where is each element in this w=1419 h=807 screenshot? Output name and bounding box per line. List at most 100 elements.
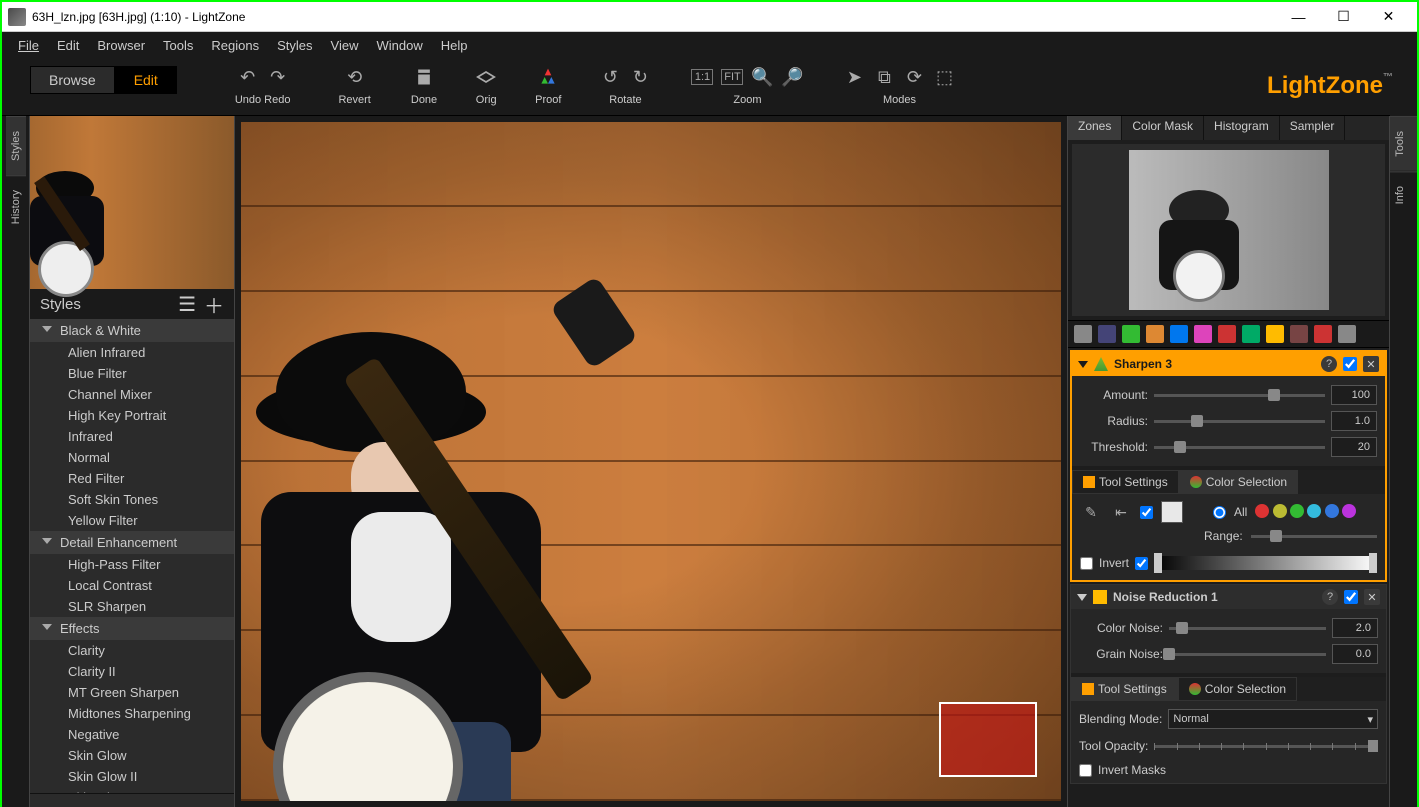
style-item[interactable]: Midtones Sharpening	[30, 703, 234, 724]
orig-icon[interactable]	[475, 66, 497, 88]
hue-dot[interactable]	[1290, 504, 1304, 518]
color-swatch[interactable]	[1161, 501, 1183, 523]
invert-checkbox[interactable]	[1080, 557, 1093, 570]
blend-mode-select[interactable]: Normal▾	[1168, 709, 1378, 729]
lum-handle-left[interactable]	[1154, 553, 1162, 573]
param-slider[interactable]	[1154, 439, 1325, 455]
style-item[interactable]: Yellow Filter	[30, 510, 234, 531]
style-item[interactable]: Soft Skin Tones	[30, 489, 234, 510]
tool-shortcut-icon[interactable]	[1122, 325, 1140, 343]
help-icon[interactable]: ?	[1321, 356, 1337, 372]
tool-header-sharpen[interactable]: Sharpen 3 ? ✕	[1072, 352, 1385, 376]
rotate-right-icon[interactable]: ↻	[629, 66, 651, 88]
param-slider[interactable]	[1169, 646, 1326, 662]
style-item[interactable]: Red Filter	[30, 468, 234, 489]
tool-shortcut-icon[interactable]	[1170, 325, 1188, 343]
lum-handle-right[interactable]	[1369, 553, 1377, 573]
tool-close-icon[interactable]: ✕	[1363, 356, 1379, 372]
tab-histogram[interactable]: Histogram	[1204, 116, 1280, 140]
zoom-fit-button[interactable]: FIT	[721, 69, 743, 85]
undo-icon[interactable]: ↶	[237, 66, 259, 88]
hue-dot[interactable]	[1325, 504, 1339, 518]
style-item[interactable]: SLR Sharpen	[30, 596, 234, 617]
zoom-1-1-button[interactable]: 1:1	[691, 69, 713, 85]
styles-list[interactable]: Black & WhiteAlien InfraredBlue FilterCh…	[30, 319, 234, 793]
minimize-button[interactable]: —	[1276, 2, 1321, 32]
hue-dot[interactable]	[1273, 504, 1287, 518]
tool-shortcut-icon[interactable]	[1218, 325, 1236, 343]
help-icon[interactable]: ?	[1322, 589, 1338, 605]
menu-window[interactable]: Window	[368, 35, 430, 56]
param-value[interactable]: 1.0	[1331, 411, 1377, 431]
vtab-tools[interactable]: Tools	[1390, 116, 1417, 171]
style-item[interactable]: Clarity	[30, 640, 234, 661]
mode-rotate-icon[interactable]: ⟳	[903, 66, 925, 88]
styles-list-mode-icon[interactable]: ☰	[178, 292, 196, 317]
opacity-thumb[interactable]	[1368, 740, 1378, 752]
style-item[interactable]: Channel Mixer	[30, 384, 234, 405]
vtab-styles[interactable]: Styles	[6, 116, 26, 175]
style-category[interactable]: Effects	[30, 617, 234, 640]
tab-color-mask[interactable]: Color Mask	[1122, 116, 1204, 140]
style-item[interactable]: Local Contrast	[30, 575, 234, 596]
tab-edit[interactable]: Edit	[115, 66, 177, 94]
zoom-in-icon[interactable]: 🔍	[751, 66, 773, 88]
eyedropper-icon[interactable]: ✎	[1080, 501, 1102, 523]
param-slider[interactable]	[1154, 387, 1325, 403]
style-item[interactable]: MT Green Sharpen	[30, 682, 234, 703]
tool-shortcut-icon[interactable]	[1338, 325, 1356, 343]
param-slider[interactable]	[1154, 413, 1325, 429]
param-slider[interactable]	[1169, 620, 1326, 636]
swatch-enable-checkbox[interactable]	[1140, 506, 1153, 519]
tool-enable-checkbox[interactable]	[1344, 590, 1358, 604]
collapse-icon[interactable]	[1077, 594, 1087, 601]
style-category[interactable]: Black & White	[30, 319, 234, 342]
proof-icon[interactable]	[537, 66, 559, 88]
edited-image[interactable]	[241, 122, 1061, 801]
tool-shortcut-icon[interactable]	[1266, 325, 1284, 343]
tool-enable-checkbox[interactable]	[1343, 357, 1357, 371]
tool-shortcut-icon[interactable]	[1194, 325, 1212, 343]
tool-shortcut-icon[interactable]	[1242, 325, 1260, 343]
rotate-left-icon[interactable]: ↺	[599, 66, 621, 88]
maximize-button[interactable]: ☐	[1321, 2, 1366, 32]
zoom-out-icon[interactable]: 🔎	[781, 66, 803, 88]
hue-dot[interactable]	[1342, 504, 1356, 518]
tab-browse[interactable]: Browse	[30, 66, 115, 94]
tool-shortcut-icon[interactable]	[1098, 325, 1116, 343]
zone-preview[interactable]	[1072, 144, 1385, 316]
opacity-slider[interactable]	[1154, 745, 1378, 748]
range-slider[interactable]	[1251, 528, 1377, 544]
revert-icon[interactable]: ⟲	[344, 66, 366, 88]
menu-edit[interactable]: Edit	[49, 35, 87, 56]
reset-dropper-icon[interactable]: ⇤	[1110, 501, 1132, 523]
tool-close-icon[interactable]: ✕	[1364, 589, 1380, 605]
styles-hscroll[interactable]	[30, 793, 234, 807]
redo-icon[interactable]: ↷	[267, 66, 289, 88]
tab-sampler[interactable]: Sampler	[1280, 116, 1346, 140]
style-item[interactable]: Blue Filter	[30, 363, 234, 384]
all-colors-radio[interactable]	[1213, 506, 1226, 519]
mode-region-icon[interactable]: ⬚	[933, 66, 955, 88]
styles-add-icon[interactable]: ＋	[204, 290, 224, 319]
style-item[interactable]: Infrared	[30, 426, 234, 447]
menu-help[interactable]: Help	[433, 35, 476, 56]
luminosity-gradient[interactable]	[1154, 556, 1377, 570]
done-icon[interactable]	[413, 66, 435, 88]
param-value[interactable]: 2.0	[1332, 618, 1378, 638]
param-value[interactable]: 100	[1331, 385, 1377, 405]
menu-tools[interactable]: Tools	[155, 35, 201, 56]
tool-shortcut-icon[interactable]	[1290, 325, 1308, 343]
thumbnail-preview[interactable]	[30, 116, 234, 289]
tool-shortcut-icon[interactable]	[1074, 325, 1092, 343]
tool-shortcut-icon[interactable]	[1146, 325, 1164, 343]
menu-view[interactable]: View	[323, 35, 367, 56]
style-item[interactable]: Normal	[30, 447, 234, 468]
hue-dot[interactable]	[1307, 504, 1321, 518]
menu-file[interactable]: File	[10, 35, 47, 56]
subtab-tool-settings[interactable]: Tool Settings	[1071, 677, 1178, 701]
style-item[interactable]: Clarity II	[30, 661, 234, 682]
subtab-color-selection[interactable]: Color Selection	[1178, 677, 1297, 701]
region-selection[interactable]	[939, 702, 1037, 777]
menu-browser[interactable]: Browser	[89, 35, 153, 56]
